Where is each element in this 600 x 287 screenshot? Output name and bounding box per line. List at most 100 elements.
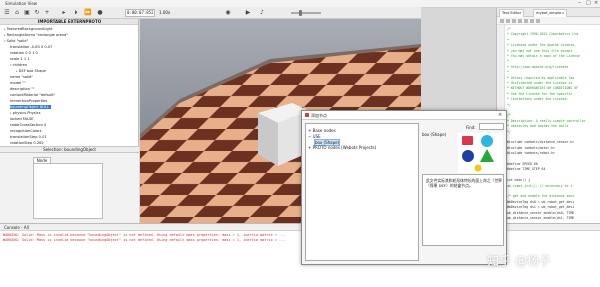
tree-item[interactable]: model ""	[10, 81, 26, 85]
code-line[interactable]: */	[507, 103, 511, 107]
tree-item[interactable]: boundingObject NULL	[10, 105, 52, 109]
open-world-icon[interactable]: ⌂	[13, 9, 21, 17]
code-line[interactable]: */	[507, 130, 511, 134]
new-file-icon[interactable]	[500, 19, 504, 23]
dialog-close-icon[interactable]: ×	[498, 112, 502, 118]
tree-item[interactable]: ▾ children	[10, 63, 27, 67]
code-line[interactable]: * you may not use this file except	[507, 49, 572, 53]
tree-item[interactable]: description ""	[10, 87, 34, 91]
preview-cone-shape	[480, 149, 494, 162]
tree-toggle-icon[interactable]: ☰	[3, 9, 11, 17]
code-line[interactable]: int main() {	[507, 178, 530, 182]
expand-toggle-icon[interactable]: +	[308, 128, 311, 133]
save-as-icon[interactable]	[518, 19, 522, 23]
save-world-icon[interactable]: ▣	[23, 9, 31, 17]
selection-bar: Selection: boundingObject	[0, 146, 139, 153]
code-line[interactable]: *	[507, 59, 509, 63]
add-node-icon[interactable]: +	[43, 9, 51, 17]
expand-arrow-icon[interactable]: ▸	[10, 111, 12, 115]
sound-icon[interactable]: ♪	[258, 9, 266, 17]
run-icon[interactable]: ⏵	[72, 9, 80, 17]
tree-item[interactable]: ▸ DEF box Shape	[16, 69, 46, 73]
code-line[interactable]: #define TIME_STEP 64	[507, 167, 545, 171]
title-bar-controls: ‒ □ ×	[428, 0, 600, 8]
tree-item[interactable]: scale 1 1 1	[10, 57, 30, 61]
build-icon[interactable]	[536, 19, 540, 23]
code-line[interactable]: * http://www.apache.org/licenses	[507, 65, 568, 69]
code-line[interactable]: * See the License for the specific	[507, 92, 572, 96]
minimize-icon[interactable]: ‒	[578, 1, 581, 6]
screenshot-icon[interactable]: ◉	[224, 9, 232, 17]
expand-toggle-icon[interactable]: −	[308, 134, 311, 139]
close-icon[interactable]: ×	[594, 1, 598, 6]
code-line[interactable]: *	[507, 38, 509, 42]
tree-item[interactable]: ▸ physics Physics	[10, 111, 41, 115]
tab-text-editor[interactable]: Text Editor	[499, 9, 525, 17]
tree-item[interactable]: immersionProperties	[10, 99, 47, 103]
tree-item[interactable]: contactMaterial "default"	[10, 93, 55, 97]
expand-toggle-icon[interactable]: +	[308, 145, 311, 150]
code-line[interactable]: *	[507, 70, 509, 74]
tree-item[interactable]: rotationStep 0.262	[10, 141, 44, 145]
code-line[interactable]: #include <webots/motor.h>	[507, 146, 555, 150]
code-line[interactable]: * Description: A really simple controlle…	[507, 119, 586, 123]
fast-icon[interactable]: ⏩	[84, 9, 92, 17]
tab-mybot-simple-c[interactable]: mybot_simple.c	[533, 9, 568, 17]
code-line[interactable]: /*	[507, 113, 511, 117]
code-line[interactable]: WbDeviceTag ds1 = wb_robot_get_devi	[507, 205, 574, 209]
expand-arrow-icon[interactable]: ▾	[10, 63, 12, 67]
expand-arrow-icon[interactable]: ▸	[4, 33, 6, 37]
node-type-label: Base nodes	[312, 128, 336, 133]
code-line[interactable]: /*	[507, 27, 511, 31]
volume-slider-track[interactable]	[291, 12, 321, 14]
find-icon[interactable]	[530, 19, 534, 23]
tree-item-label: contactMaterial "default"	[10, 93, 56, 97]
code-line[interactable]: wb_robot_init(); // necessary to i	[507, 184, 572, 188]
code-line[interactable]: #include <webots/robot.h>	[507, 151, 555, 155]
code-line[interactable]: #define SPEED 60	[507, 162, 538, 166]
code-line[interactable]: /* get and enable the distance sens	[507, 194, 574, 198]
find-input[interactable]	[479, 123, 504, 130]
code-line[interactable]: * distributed under the License is	[507, 81, 572, 85]
code-line[interactable]: * Licensed under the Apache License,	[507, 43, 576, 47]
step-icon[interactable]: ▸	[60, 9, 68, 17]
code-line[interactable]: * You may obtain a copy of the License	[507, 54, 580, 58]
tree-item[interactable]: locked FALSE	[10, 117, 34, 121]
maximize-icon[interactable]: □	[586, 1, 591, 6]
code-line[interactable]: * Unless required by applicable law	[507, 76, 574, 80]
code-line[interactable]: * obstacles and avoids the walls	[507, 124, 568, 128]
tree-item[interactable]: ▸ RectangleArena "rectangle arena"	[4, 33, 68, 37]
code-line[interactable]: WbDeviceTag ds0 = wb_robot_get_devi	[507, 200, 574, 204]
code-line[interactable]: wb_distance_sensor_enable(ds1, TIME	[507, 216, 574, 220]
tree-item[interactable]: radarCrossSection 0	[10, 123, 46, 127]
code-line[interactable]: * WITHOUT WARRANTIES OR CONDITIONS OF	[507, 86, 578, 90]
expand-arrow-icon[interactable]: ▸	[4, 27, 6, 31]
tree-item[interactable]: translation -0.83 0 0.07	[10, 45, 52, 49]
code-line[interactable]: #include <webots/distance_sensor.h>	[507, 140, 574, 144]
code-line[interactable]: * Copyright 1996-2022 Cyberbotics Ltd.	[507, 32, 580, 36]
node-type-item[interactable]: + Base nodes	[308, 128, 336, 133]
save-file-icon[interactable]	[512, 19, 516, 23]
tree-item[interactable]: ▾ Solid "solid"	[4, 39, 28, 43]
tree-item[interactable]: translationStep 0.01	[10, 135, 47, 139]
code-line[interactable]: wb_distance_sensor_enable(ds0, TIME	[507, 211, 574, 215]
node-type-item[interactable]: + PROTO nodes (Webots Projects)	[308, 145, 376, 150]
code-line[interactable]: * limitations under the License.	[507, 97, 568, 101]
find-label: Find:	[466, 125, 476, 130]
tree-item[interactable]: recognitionColors	[10, 129, 41, 133]
revert-icon[interactable]	[524, 19, 528, 23]
scene-tree-header: IMPORTABLE EXTERNPROTO	[0, 19, 138, 25]
volume-slider-knob[interactable]	[299, 10, 302, 16]
reload-world-icon[interactable]: ↻	[33, 9, 41, 17]
node-type-item[interactable]: − USE	[308, 134, 321, 139]
node-preview	[458, 133, 503, 173]
expand-arrow-icon[interactable]: ▸	[16, 69, 18, 73]
record-icon[interactable]: ●	[96, 9, 104, 17]
tree-item[interactable]: rotation 0 0 1 0	[10, 51, 38, 55]
open-file-icon[interactable]	[506, 19, 510, 23]
tree-item[interactable]: ▸ TexturedBackgroundLight	[4, 27, 53, 31]
expand-arrow-icon[interactable]: ▾	[4, 39, 6, 43]
tree-item-label: TexturedBackgroundLight	[6, 27, 53, 31]
tree-item[interactable]: name "solid"	[10, 75, 33, 79]
video-icon[interactable]: ▶	[244, 9, 252, 17]
